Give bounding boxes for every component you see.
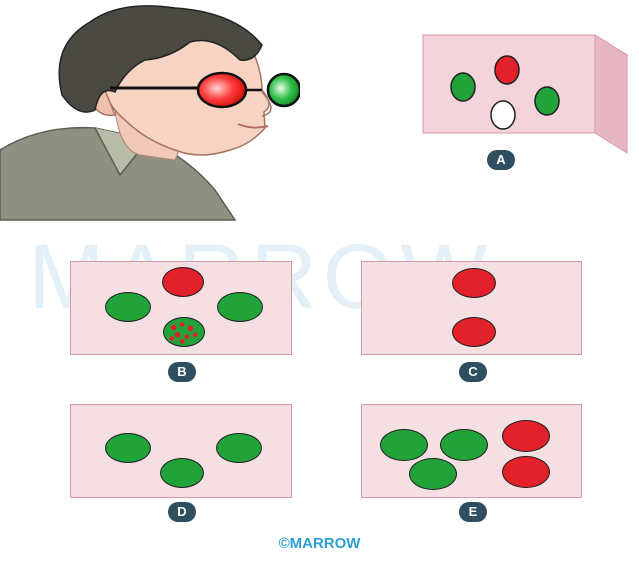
panel-b-green-right-light (217, 292, 263, 322)
panel-b-label: B (168, 362, 196, 382)
panel-d-green-bottom-light (160, 458, 204, 488)
green-lens-icon (266, 72, 300, 108)
panel-a-white-light (490, 100, 516, 130)
copyright-text: ©MARROW (278, 535, 361, 552)
patient-with-red-green-glasses-illustration (0, 5, 300, 221)
panel-e-red-bottom-light (502, 456, 550, 488)
panel-a-red-light (494, 55, 520, 85)
panel-e-green-left-light (380, 429, 428, 461)
panel-e (361, 404, 582, 498)
panel-d-green-left-light (105, 433, 151, 463)
panel-b-mixed-light (163, 317, 205, 347)
panel-a-light-box (421, 34, 629, 154)
panel-e-green-middle-light (440, 429, 488, 461)
panel-c (361, 261, 582, 355)
panel-d-label: D (168, 502, 196, 522)
panel-d-green-right-light (216, 433, 262, 463)
panel-a-green-right-light (534, 86, 560, 116)
panel-a-green-left-light (450, 72, 476, 102)
panel-b-red-light (162, 267, 204, 297)
red-lens-icon (196, 71, 248, 109)
panel-d (70, 404, 292, 498)
panel-a-label: A (487, 150, 515, 170)
worth-four-dot-test-figure: MARROW (0, 0, 639, 562)
panel-e-label: E (459, 502, 487, 522)
panel-c-red-top-light (452, 268, 496, 298)
panel-b (70, 261, 292, 355)
panel-c-red-bottom-light (452, 317, 496, 347)
panel-c-label: C (459, 362, 487, 382)
panel-b-green-left-light (105, 292, 151, 322)
panel-e-red-top-light (502, 420, 550, 452)
panel-e-green-bottom-light (409, 458, 457, 490)
